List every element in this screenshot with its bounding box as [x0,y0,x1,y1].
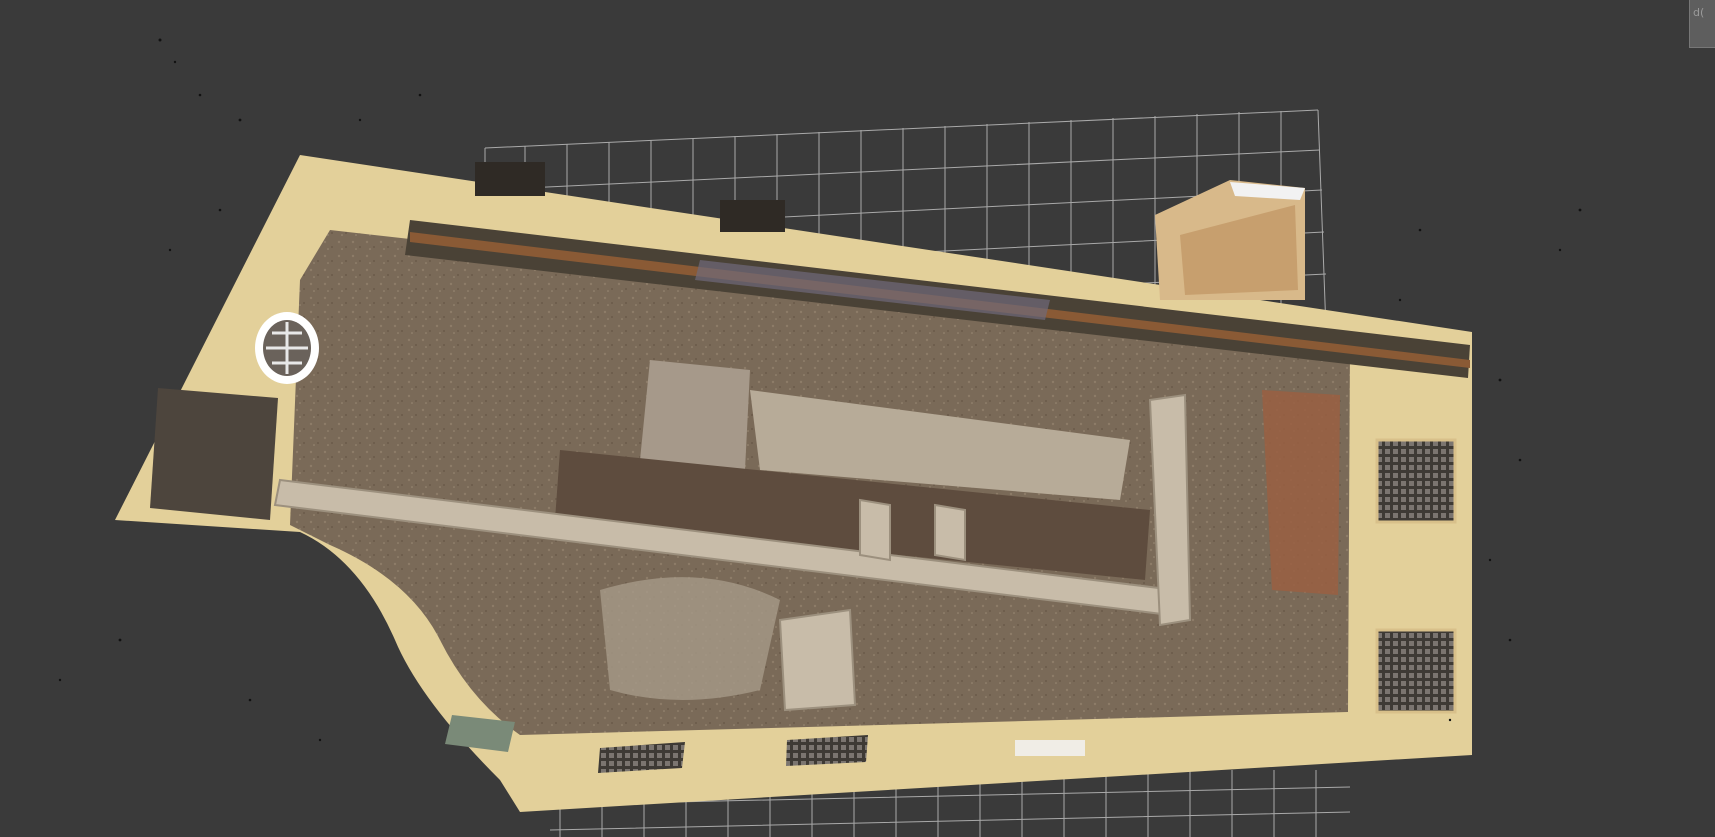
brick-section [1262,390,1340,595]
scene-canvas[interactable] [0,0,1715,837]
view-cube-button[interactable]: d( [1689,0,1715,48]
3d-viewport[interactable] [0,0,1715,837]
tower-structure [1155,180,1305,300]
